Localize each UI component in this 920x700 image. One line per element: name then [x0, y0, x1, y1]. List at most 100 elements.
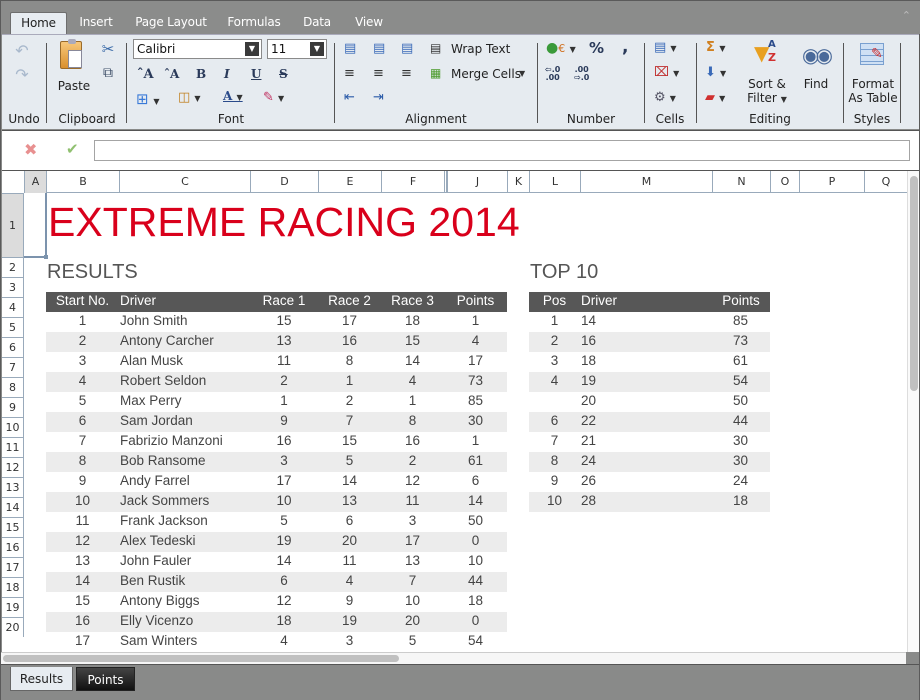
results-cell-race-3[interactable]: 3 [381, 513, 444, 528]
top10-cell-driver[interactable]: 22 [580, 413, 712, 428]
column-header-q[interactable]: Q [864, 171, 907, 193]
row-header-18[interactable]: 18 [2, 577, 24, 597]
insert-cells-icon[interactable]: ▤ ▼ [654, 40, 677, 55]
results-cell-race-1[interactable]: 3 [250, 453, 318, 468]
results-cell-points[interactable]: 0 [444, 533, 507, 548]
row-header-16[interactable]: 16 [2, 537, 24, 557]
sheet-title[interactable]: EXTREME RACING 2014 [48, 199, 520, 246]
comma-style-icon[interactable]: , [622, 37, 628, 57]
results-cell-driver[interactable]: Antony Biggs [119, 593, 250, 608]
results-cell-race-2[interactable]: 16 [318, 333, 381, 348]
results-cell-driver[interactable]: Antony Carcher [119, 333, 250, 348]
tab-formulas[interactable]: Formulas [222, 12, 286, 34]
increase-font-size-icon[interactable]: ˆA [137, 67, 154, 82]
results-cell-start-no[interactable]: 16 [46, 613, 119, 628]
sheet-tab-points[interactable]: Points [76, 667, 135, 691]
strikethrough-icon[interactable]: S [279, 67, 288, 81]
results-cell-start-no[interactable]: 8 [46, 453, 119, 468]
top10-cell-pos[interactable]: 9 [529, 473, 580, 488]
results-cell-race-1[interactable]: 13 [250, 333, 318, 348]
hidden-columns-marker[interactable] [444, 171, 447, 193]
tab-data[interactable]: Data [297, 12, 337, 34]
increase-decimal-icon[interactable]: ⇦.0.00 [545, 66, 560, 82]
top10-cell-pos[interactable]: 6 [529, 413, 580, 428]
column-header-o[interactable]: O [770, 171, 799, 193]
fill-down-icon[interactable]: ⬇ ▼ [705, 65, 726, 80]
currency-icon[interactable]: ●€ ▼ [546, 40, 576, 56]
clear-eraser-icon[interactable]: ▰ ▼ [705, 90, 725, 105]
row-header-2[interactable]: 2 [2, 257, 24, 277]
row-header-6[interactable]: 6 [2, 337, 24, 357]
results-cell-driver[interactable]: Max Perry [119, 393, 250, 408]
results-cell-points[interactable]: 17 [444, 353, 507, 368]
results-cell-race-2[interactable]: 7 [318, 413, 381, 428]
results-cell-start-no[interactable]: 11 [46, 513, 119, 528]
results-cell-race-3[interactable]: 15 [381, 333, 444, 348]
row-header-14[interactable]: 14 [2, 497, 24, 517]
row-header-9[interactable]: 9 [2, 397, 24, 417]
results-cell-race-1[interactable]: 9 [250, 413, 318, 428]
sheet-tab-results[interactable]: Results [10, 667, 73, 691]
font-size-select[interactable]: 11 ▼ [267, 39, 327, 59]
row-header-5[interactable]: 5 [2, 317, 24, 337]
results-cell-race-2[interactable]: 9 [318, 593, 381, 608]
confirm-edit-icon[interactable]: ✔ [66, 140, 79, 158]
results-cell-start-no[interactable]: 6 [46, 413, 119, 428]
merge-cells-button[interactable]: ▦ Merge Cells ▼ [430, 66, 530, 82]
results-cell-race-1[interactable]: 15 [250, 313, 318, 328]
results-cell-driver[interactable]: Alex Tedeski [119, 533, 250, 548]
top10-cell-driver[interactable]: 28 [580, 493, 712, 508]
top10-cell-driver[interactable]: 21 [580, 433, 712, 448]
results-header-points[interactable]: Points [444, 293, 507, 308]
underline-icon[interactable]: U [251, 67, 261, 81]
results-cell-race-1[interactable]: 14 [250, 553, 318, 568]
results-cell-start-no[interactable]: 14 [46, 573, 119, 588]
vertical-scrollbar[interactable] [907, 171, 919, 652]
top10-cell-points[interactable]: 54 [712, 373, 748, 388]
results-cell-race-1[interactable]: 12 [250, 593, 318, 608]
results-header-race-1[interactable]: Race 1 [250, 293, 318, 308]
results-cell-race-1[interactable]: 6 [250, 573, 318, 588]
results-cell-race-1[interactable]: 4 [250, 633, 318, 648]
autosum-icon[interactable]: Σ ▼ [706, 40, 726, 55]
align-center-icon[interactable]: ≡ [373, 66, 384, 81]
row-header-19[interactable]: 19 [2, 597, 24, 617]
column-header-a[interactable]: A [24, 171, 46, 193]
vertical-scroll-thumb[interactable] [910, 176, 918, 391]
top10-cell-driver[interactable]: 19 [580, 373, 712, 388]
select-all-corner[interactable] [2, 171, 24, 193]
results-cell-start-no[interactable]: 2 [46, 333, 119, 348]
percent-icon[interactable]: % [589, 39, 604, 57]
results-cell-driver[interactable]: Frank Jackson [119, 513, 250, 528]
results-cell-race-2[interactable]: 5 [318, 453, 381, 468]
results-cell-race-1[interactable]: 5 [250, 513, 318, 528]
sort-filter-button[interactable]: ▼ A Z Sort & Filter ▼ [744, 39, 790, 109]
results-cell-race-3[interactable]: 10 [381, 593, 444, 608]
borders-icon[interactable]: ⊞ ▼ [136, 90, 160, 108]
font-name-select[interactable]: Calibri ▼ [133, 39, 262, 59]
results-cell-race-3[interactable]: 4 [381, 373, 444, 388]
column-header-j[interactable]: J [447, 171, 507, 193]
results-cell-race-2[interactable]: 4 [318, 573, 381, 588]
results-header-driver[interactable]: Driver [119, 293, 250, 308]
results-cell-race-2[interactable]: 19 [318, 613, 381, 628]
results-cell-race-2[interactable]: 3 [318, 633, 381, 648]
row-header-11[interactable]: 11 [2, 437, 24, 457]
top10-cell-points[interactable]: 50 [712, 393, 748, 408]
top10-cell-driver[interactable]: 14 [580, 313, 712, 328]
results-cell-driver[interactable]: Fabrizio Manzoni [119, 433, 250, 448]
top10-cell-points[interactable]: 18 [712, 493, 748, 508]
results-header-start-no[interactable]: Start No. [46, 293, 119, 308]
cancel-edit-icon[interactable]: ✖ [24, 140, 37, 159]
results-cell-points[interactable]: 0 [444, 613, 507, 628]
results-cell-race-3[interactable]: 2 [381, 453, 444, 468]
wrap-text-button[interactable]: ▤ Wrap Text [430, 41, 520, 57]
results-cell-driver[interactable]: Andy Farrel [119, 473, 250, 488]
cut-icon[interactable]: ✂ [98, 40, 118, 58]
results-cell-points[interactable]: 85 [444, 393, 507, 408]
results-cell-start-no[interactable]: 3 [46, 353, 119, 368]
results-cell-points[interactable]: 1 [444, 313, 507, 328]
align-bottom-icon[interactable]: ▤ [401, 41, 413, 56]
results-cell-driver[interactable]: Ben Rustik [119, 573, 250, 588]
results-cell-driver[interactable]: John Fauler [119, 553, 250, 568]
